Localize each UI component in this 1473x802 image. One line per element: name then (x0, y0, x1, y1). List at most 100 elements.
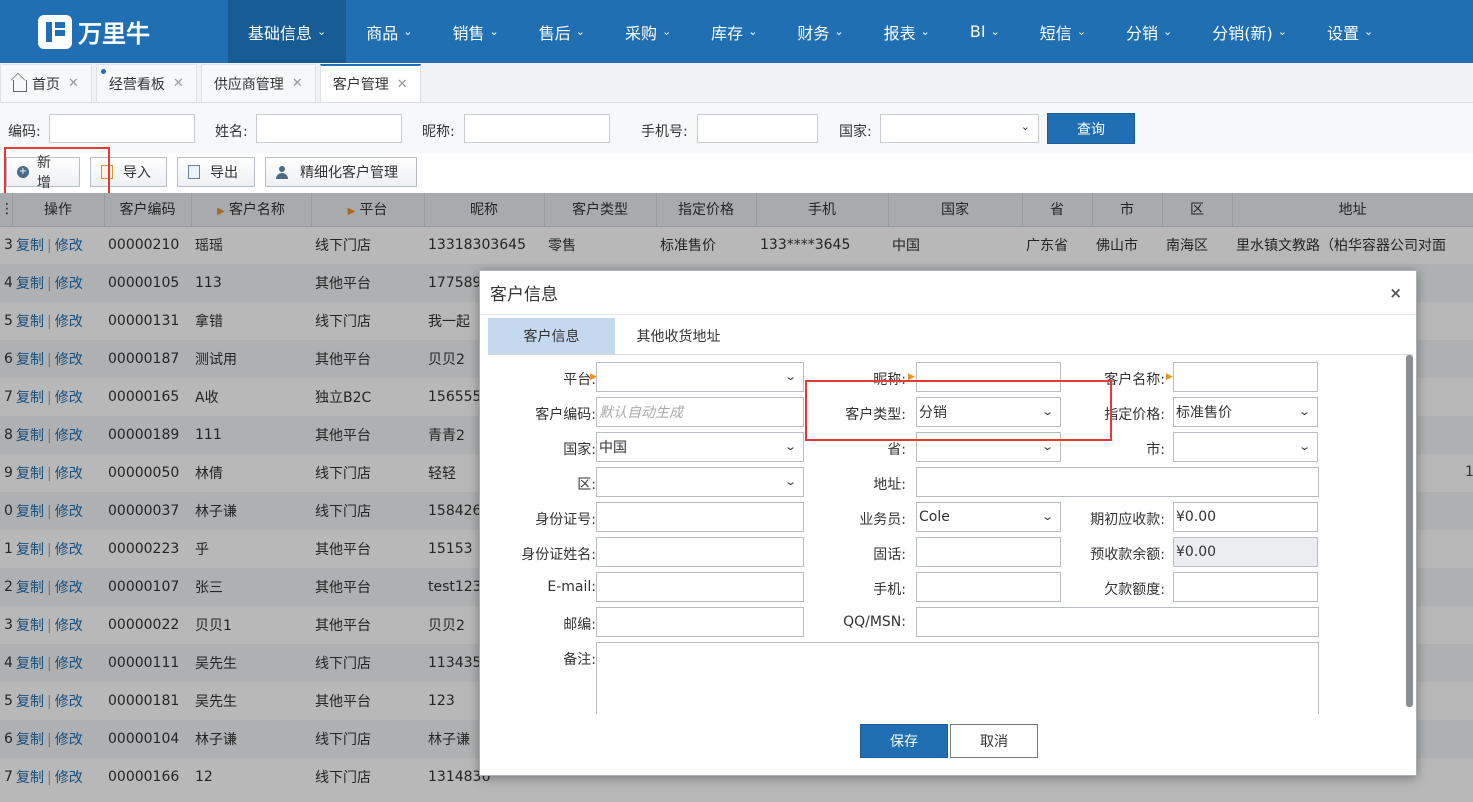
nav-item[interactable]: 库存 ⌄ (691, 0, 777, 63)
nav-item[interactable]: 采购 ⌄ (605, 0, 691, 63)
nickname-input[interactable] (464, 114, 610, 143)
qq-msn-input[interactable] (916, 607, 1319, 637)
nav-item[interactable]: 基础信息 ⌄ (228, 0, 347, 63)
address-input[interactable] (916, 467, 1319, 497)
chevron-down-icon: ⌄ (1040, 510, 1054, 523)
name-label: 姓名: (215, 124, 248, 140)
city-select[interactable]: ⌄ (1173, 432, 1318, 462)
chevron-down-icon: ⌄ (1163, 25, 1173, 38)
nav-item[interactable]: 短信 ⌄ (1020, 0, 1106, 63)
credit-limit-input[interactable] (1173, 572, 1318, 602)
nav-item-label: 采购 (624, 23, 657, 43)
dialog-title: 客户信息 (490, 285, 558, 305)
id-number-input[interactable] (596, 502, 804, 532)
tab-customer-info[interactable]: 客户信息 (488, 318, 615, 354)
landline-label: 固话: (873, 547, 906, 563)
export-button[interactable]: 导出 (177, 157, 255, 187)
mobile-label: 手机: (873, 582, 906, 598)
main-menu: 基础信息 ⌄ 商品 ⌄ 销售 ⌄ 售后 ⌄ 采购 ⌄ 库存 ⌄ 财务 ⌄ 报表 ⌄ BI ⌄ 短信 ⌄ 分销 ⌄ 分销(新)… (228, 0, 1393, 63)
chevron-down-icon: ⌄ (834, 25, 844, 38)
remark-textarea[interactable] (596, 642, 1319, 714)
nav-item-label: 库存 (711, 23, 744, 43)
code-input[interactable] (49, 114, 195, 143)
nav-item-label: 基础信息 (248, 23, 313, 43)
country-select[interactable]: ⌄ (880, 114, 1039, 143)
brand-logo[interactable]: 万里牛 (0, 0, 228, 63)
nav-item[interactable]: 售后 ⌄ (519, 0, 605, 63)
credit-limit-label: 欠款额度: (1104, 582, 1165, 598)
cell-overflow-text: 1 (1465, 464, 1473, 480)
dialog-header: 客户信息 × (480, 271, 1416, 315)
close-icon[interactable]: ✕ (397, 77, 408, 92)
chevron-down-icon: ⌄ (1076, 25, 1087, 38)
tab-home[interactable]: 首页 ✕ (0, 64, 92, 102)
nav-item[interactable]: 报表 ⌄ (864, 0, 950, 63)
id-number-label: 身份证号: (535, 512, 596, 528)
nav-item[interactable]: 分销(新) ⌄ (1192, 0, 1307, 63)
chevron-down-icon: ⌄ (1277, 25, 1287, 38)
nav-item[interactable]: 分销 ⌄ (1106, 0, 1192, 63)
chevron-down-icon: ⌄ (661, 25, 672, 38)
province-label: 省: (887, 442, 906, 458)
chevron-down-icon: ⌄ (317, 25, 327, 38)
nav-item-label: 报表 (883, 23, 916, 43)
tab-other-addresses[interactable]: 其他收货地址 (615, 318, 742, 354)
scrollbar-thumb[interactable] (1406, 355, 1413, 707)
export-file-icon (188, 165, 200, 179)
initial-receivable-input[interactable]: ¥0.00 (1173, 502, 1318, 532)
dialog-footer: 保存 取消 (480, 714, 1416, 776)
search-bar: 编码: 姓名: 昵称: 手机号: 国家: ⌄ 查询 (0, 103, 1473, 153)
mobile-input[interactable] (916, 572, 1061, 602)
close-icon[interactable]: × (1389, 284, 1402, 302)
chevron-down-icon: ⌄ (783, 475, 797, 488)
initial-receivable-value: ¥0.00 (1176, 509, 1217, 525)
customer-code-input[interactable]: 默认自动生成 (596, 397, 804, 427)
landline-input[interactable] (916, 537, 1061, 567)
district-select[interactable]: ⌄ (596, 467, 804, 497)
save-button[interactable]: 保存 (860, 724, 948, 758)
close-icon[interactable]: ✕ (292, 76, 303, 91)
nav-item[interactable]: 商品 ⌄ (346, 0, 432, 63)
customer-info-dialog: 客户信息 × 客户信息 其他收货地址 平台: ▶ ⌄ 昵称: ▶ 客户名称: ▶… (479, 270, 1417, 776)
tab-label: 首页 (32, 76, 60, 93)
tab-dashboard[interactable]: 经营看板 ✕ (95, 64, 197, 102)
id-name-label: 身份证姓名: (521, 547, 596, 563)
customer-code-placeholder: 默认自动生成 (599, 405, 683, 421)
chevron-down-icon: ⌄ (748, 25, 758, 38)
phone-input[interactable] (697, 114, 818, 143)
nav-item[interactable]: 设置 ⌄ (1307, 0, 1393, 63)
close-icon[interactable]: ✕ (68, 76, 79, 91)
tab-supplier-management[interactable]: 供应商管理 ✕ (200, 64, 316, 102)
customer-name-input[interactable] (1173, 362, 1318, 392)
page-tab-bar: 首页 ✕ 经营看板 ✕ 供应商管理 ✕ 客户管理 ✕ (0, 63, 1473, 103)
nav-item-label: 财务 (797, 23, 830, 43)
prepaid-balance-field: ¥0.00 (1173, 537, 1318, 567)
tab-label: 供应商管理 (213, 76, 284, 93)
platform-select[interactable]: ⌄ (596, 362, 804, 392)
chevron-down-icon: ⌄ (783, 370, 797, 383)
zip-label: 邮编: (563, 617, 596, 633)
nav-item[interactable]: BI ⌄ (950, 0, 1020, 63)
query-button[interactable]: 查询 (1047, 113, 1135, 144)
export-button-label: 导出 (210, 165, 238, 181)
fine-customer-management-button[interactable]: 精细化客户管理 (265, 157, 417, 187)
close-icon[interactable]: ✕ (173, 76, 184, 91)
district-label: 区: (577, 477, 596, 493)
cancel-button[interactable]: 取消 (950, 724, 1038, 758)
nav-item[interactable]: 销售 ⌄ (432, 0, 518, 63)
action-toolbar: + 新 增 导入 导出 精细化客户管理 (0, 153, 1473, 193)
chevron-down-icon: ⌄ (1040, 440, 1054, 453)
home-icon (13, 79, 27, 92)
tab-customer-management[interactable]: 客户管理 ✕ (319, 64, 421, 102)
address-label: 地址: (873, 477, 906, 493)
nav-item[interactable]: 财务 ⌄ (777, 0, 863, 63)
price-select[interactable]: 标准售价 ⌄ (1173, 397, 1318, 427)
email-field[interactable] (596, 572, 804, 602)
salesman-select[interactable]: Cole ⌄ (916, 502, 1061, 532)
name-input[interactable] (256, 114, 402, 143)
country-select[interactable]: 中国 ⌄ (596, 432, 804, 462)
email-label: E-mail: (547, 579, 596, 595)
id-name-input[interactable] (596, 537, 804, 567)
zip-input[interactable] (596, 607, 804, 637)
country-label: 国家: (839, 124, 872, 140)
